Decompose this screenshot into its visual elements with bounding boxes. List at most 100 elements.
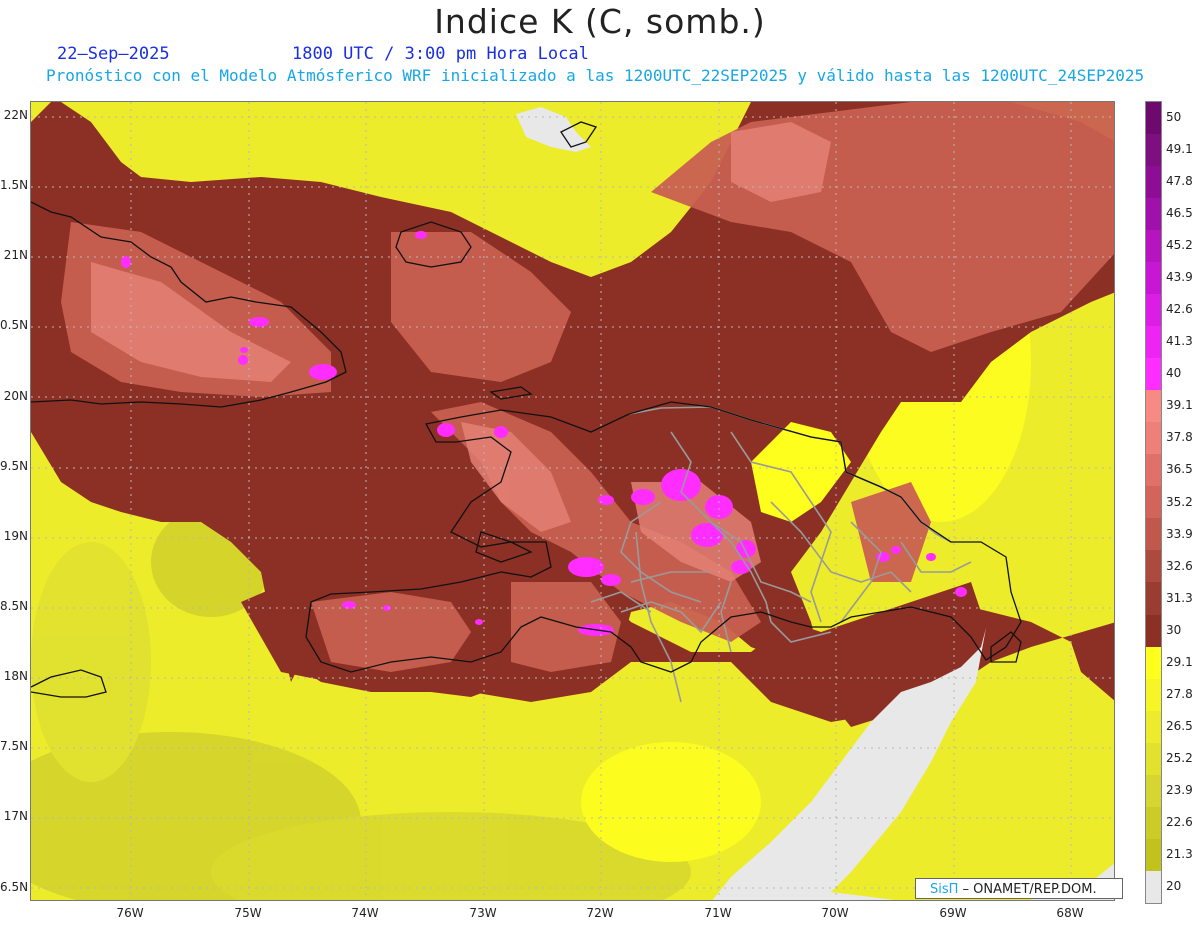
colorbar-segment (1146, 294, 1161, 327)
lon-label: 73W (469, 906, 497, 920)
forecast-date: 22–Sep–2025 (57, 44, 170, 64)
colorbar-label: 31.3 (1166, 590, 1193, 605)
k-40-cell (238, 355, 248, 365)
colorbar-label: 36.5 (1166, 462, 1193, 477)
lat-label: 18N (3, 669, 28, 683)
colorbar-segment (1146, 390, 1161, 423)
colorbar-segment (1146, 454, 1161, 487)
colorbar-segment (1146, 870, 1161, 903)
colorbar-label: 37.8 (1166, 430, 1193, 445)
k-index-map (31, 102, 1114, 900)
sispi-logo: SisΠ (930, 882, 959, 897)
colorbar-segment (1146, 518, 1161, 551)
colorbar-label: 30 (1166, 622, 1182, 637)
colorbar-label: 20 (1166, 878, 1182, 893)
colorbar-label: 21.3 (1166, 846, 1193, 861)
colorbar-segment (1146, 742, 1161, 775)
lat-label: 7.5N (0, 739, 29, 753)
forecast-description: Pronóstico con el Modelo Atmósferico WRF… (46, 66, 1145, 85)
colorbar-label: 46.5 (1166, 206, 1193, 221)
colorbar-segment (1146, 262, 1161, 295)
k-40-cell (598, 495, 614, 505)
lon-label: 69W (939, 906, 967, 920)
lon-label: 71W (704, 906, 732, 920)
k-40-cell (955, 587, 967, 597)
colorbar-segment (1146, 550, 1161, 583)
colorbar-segment (1146, 774, 1161, 807)
low-k-patch (581, 742, 761, 862)
lat-label: 20N (3, 389, 28, 403)
lat-label: 22N (3, 108, 28, 122)
k-40-cell (415, 231, 427, 239)
k-40-cell (926, 553, 936, 561)
colorbar-segment (1146, 230, 1161, 263)
colorbar-label: 32.6 (1166, 558, 1193, 573)
colorbar-label: 29.1 (1166, 654, 1193, 669)
colorbar-segment (1146, 134, 1161, 167)
k-35-region (311, 592, 471, 672)
colorbar-label: 49.1 (1166, 142, 1193, 157)
k-40-cell (240, 347, 248, 353)
k-40-cell (437, 423, 455, 437)
colorbar-label: 43.9 (1166, 270, 1193, 285)
credit-text: – ONAMET/REP.DOM. (958, 882, 1097, 897)
k-40-cell (661, 469, 701, 501)
colorbar-segment (1146, 198, 1161, 231)
colorbar-segment (1146, 806, 1161, 839)
lat-label: 6.5N (0, 880, 29, 894)
lon-label: 70W (821, 906, 849, 920)
k-40-cell (568, 557, 604, 577)
colorbar-segment (1146, 710, 1161, 743)
colorbar-label: 41.3 (1166, 334, 1193, 349)
low-k-patch (31, 542, 151, 782)
lon-label: 74W (351, 906, 379, 920)
colorbar-segment (1146, 166, 1161, 199)
colorbar-segment (1146, 358, 1161, 391)
colorbar-label: 27.8 (1166, 686, 1193, 701)
lat-label: 19N (3, 529, 28, 543)
k-40-cell (309, 364, 337, 380)
colorbar-label: 45.2 (1166, 238, 1193, 253)
colorbar-label: 47.8 (1166, 174, 1193, 189)
colorbar-label: 39.1 (1166, 398, 1193, 413)
colorbar-segment (1146, 646, 1161, 679)
colorbar-label: 26.5 (1166, 718, 1193, 733)
map-panel (30, 101, 1115, 901)
colorbar-label: 50 (1166, 110, 1182, 125)
lon-label: 75W (234, 906, 262, 920)
credit-box: SisΠ – ONAMET/REP.DOM. (915, 878, 1123, 899)
lat-label: 1.5N (0, 178, 29, 192)
colorbar-label: 35.2 (1166, 494, 1193, 509)
k-40-cell (631, 489, 655, 505)
lat-label: 9.5N (0, 459, 29, 473)
lon-label: 72W (586, 906, 614, 920)
k-40-cell (494, 426, 508, 438)
colorbar-label: 22.6 (1166, 814, 1193, 829)
forecast-time: 1800 UTC / 3:00 pm Hora Local (292, 44, 589, 64)
colorbar (1145, 101, 1162, 904)
k-40-cell (601, 574, 621, 586)
colorbar-segment (1146, 838, 1161, 871)
lat-label: 21N (3, 248, 28, 262)
lat-label: 0.5N (0, 318, 29, 332)
lat-label: 17N (3, 809, 28, 823)
colorbar-segment (1146, 326, 1161, 359)
k-40-cell (475, 619, 483, 625)
k-40-cell (121, 256, 131, 268)
map-title: Indice K (C, somb.) (434, 2, 766, 41)
lon-label: 76W (116, 906, 144, 920)
lat-label: 8.5N (0, 599, 29, 613)
k-40-cell (891, 546, 901, 554)
colorbar-segment (1146, 678, 1161, 711)
colorbar-label: 42.6 (1166, 302, 1193, 317)
colorbar-segment (1146, 582, 1161, 615)
colorbar-label: 40 (1166, 366, 1182, 381)
colorbar-segment (1146, 486, 1161, 519)
colorbar-label: 23.9 (1166, 782, 1193, 797)
colorbar-label: 33.9 (1166, 526, 1193, 541)
colorbar-segment (1146, 102, 1161, 135)
colorbar-label: 25.2 (1166, 750, 1193, 765)
colorbar-segment (1146, 422, 1161, 455)
k-40-cell (249, 317, 269, 327)
colorbar-segment (1146, 614, 1161, 647)
